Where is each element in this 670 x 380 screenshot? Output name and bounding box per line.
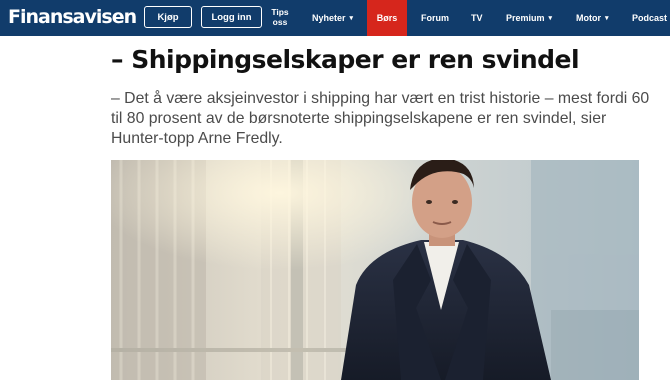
nav-item-label: Premium [506,13,545,23]
nav-item-bors[interactable]: Børs [367,0,407,36]
nav-item-label: Nyheter [312,13,346,23]
chevron-down-icon: ▾ [349,15,354,22]
tips-label-line1: Tips [271,7,289,17]
nav-item-label: Motor [576,13,601,23]
nav-item-label: Podcast [632,13,668,23]
article-photo[interactable] [111,160,639,380]
login-button[interactable]: Logg inn [201,6,262,28]
chevron-down-icon: ▾ [548,15,553,22]
nav-item-tv[interactable]: TV [471,0,483,36]
chevron-down-icon: ▾ [605,15,609,22]
nav-item-label: Forum [421,13,449,23]
buy-button[interactable]: Kjøp [144,6,192,28]
nav-item-nyheter[interactable]: Nyheter ▾ [312,0,353,36]
nav-item-motor[interactable]: Motor ▾ [576,0,609,36]
nav-item-label: TV [471,13,483,23]
article-headline: – Shippingselskaper er ren svindel [111,45,580,74]
portrait-illustration [111,160,639,380]
nav-item-forum[interactable]: Forum [421,0,449,36]
site-logo[interactable]: Finansavisen [8,6,137,28]
tips-label-line2: oss [272,17,288,27]
nav-item-label: Børs [376,13,398,23]
top-navigation-bar: Finansavisen Kjøp Logg inn Tips oss Nyhe… [0,0,670,36]
nav-item-premium[interactable]: Premium ▾ [506,0,552,36]
article-ingress: – Det å være aksjeinvestor i shipping ha… [111,90,650,147]
tips-link[interactable]: Tips oss [268,7,292,27]
nav-item-podcast[interactable]: Podcast [632,0,667,36]
